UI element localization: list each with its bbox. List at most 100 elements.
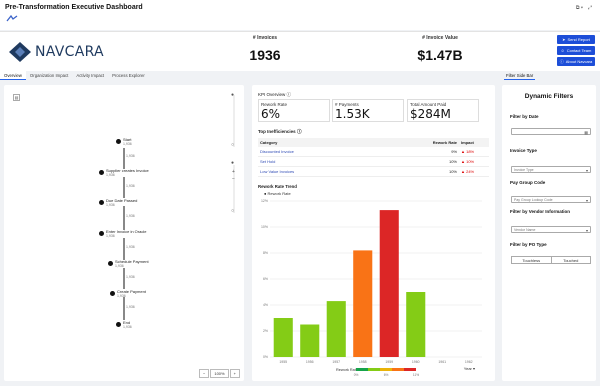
node-dot-icon xyxy=(99,200,104,205)
category-cell[interactable]: Set Hold xyxy=(258,156,374,167)
y-tick-label: 8% xyxy=(263,251,268,255)
kpi-card-value: 6% xyxy=(261,106,281,121)
table-header-row: Category Rework Rate Impact xyxy=(258,138,489,147)
invoice-type-label: Invoice Type xyxy=(510,148,537,153)
kpi-panel: KPI Overview ⓘ Rework Rate 6% # Payments… xyxy=(252,85,495,381)
inefficiencies-table: Category Rework Rate Impact Discounted I… xyxy=(258,138,489,177)
bookmark-menu-icon[interactable]: ⧉ ▾ xyxy=(576,5,583,11)
kpi-overview-title: KPI Overview ⓘ xyxy=(258,92,291,98)
about-navcara-button[interactable]: ⓘ About Navcara xyxy=(557,57,595,66)
impact-value: 24% xyxy=(466,169,475,174)
rate-cell: 10% xyxy=(373,166,459,177)
process-node-start[interactable]: Start 1,936 xyxy=(116,137,132,146)
zoom-slider-handle-icon[interactable]: ● xyxy=(231,160,234,166)
zoom-out-button[interactable]: − xyxy=(199,369,210,378)
contact-team-label: Contact Team xyxy=(566,48,592,53)
table-row[interactable]: Set Hold 10% ▲ 10% xyxy=(258,156,489,167)
table-row[interactable]: Discounted Invoice 9% ▲ 18% xyxy=(258,147,489,157)
chart-bar xyxy=(273,318,293,357)
po-type-toggle: Touchless Touched xyxy=(511,256,591,264)
category-cell[interactable]: Low Value Invoices xyxy=(258,166,374,177)
x-tick-label: 1955 xyxy=(279,360,287,364)
topbar-icons: ⧉ ▾ ⤢ xyxy=(576,5,592,11)
legend-gradient-segment xyxy=(356,368,368,371)
slider-top-handle-icon[interactable]: ● xyxy=(231,92,234,98)
calendar-icon: ▦ xyxy=(584,130,588,135)
x-tick-label: 1961 xyxy=(438,360,446,364)
table-row[interactable]: Low Value Invoices 10% ▲ 24% xyxy=(258,166,489,177)
top-bar: Pre-Transformation Executive Dashboard ⧉… xyxy=(0,0,600,30)
chevron-down-icon: ▾ xyxy=(585,228,588,233)
date-filter-label: Filter by Date xyxy=(510,114,539,119)
y-tick-label: 10% xyxy=(261,225,268,229)
date-picker-input[interactable]: ▦ xyxy=(511,128,591,135)
column-header[interactable]: Impact xyxy=(459,138,489,147)
zoom-level-select[interactable]: 100% xyxy=(210,369,229,378)
inefficiencies-title: Top Inefficiencies ⓘ xyxy=(258,129,301,135)
process-node-supplier-creates-invoice[interactable]: Supplier creates Invoice 1,936 xyxy=(99,168,149,177)
dashboard-header: NAVCARA # Invoices 1936 # Invoice Value … xyxy=(0,31,600,71)
process-node-enter-invoice-in-oracle[interactable]: Enter Invoice in Oracle 1,936 xyxy=(99,229,146,238)
fullscreen-icon[interactable]: ⤢ xyxy=(588,5,592,11)
kpi-overview-label: KPI Overview xyxy=(258,92,286,97)
zoom-min-handle-icon[interactable]: ○ xyxy=(231,208,234,214)
brand-name: NAVCARA xyxy=(35,44,104,60)
pay-group-label: Pay Group Code xyxy=(510,180,546,185)
x-tick-label: 1958 xyxy=(359,360,367,364)
info-icon[interactable]: ⓘ xyxy=(297,129,302,134)
kpi-card-total-amount-paid: Total Amount Paid $284M xyxy=(407,99,479,122)
invoice-value-label: # Invoice Value xyxy=(422,35,458,41)
node-count: 1,936 xyxy=(117,294,126,298)
tab-filter-side-bar[interactable]: Filter Side Bar xyxy=(504,71,536,80)
po-touched-button[interactable]: Touched xyxy=(550,257,591,263)
process-node-create-payment[interactable]: Create Payment 1,936 xyxy=(110,289,146,298)
vendor-name-select[interactable]: Vendor Name ▾ xyxy=(511,226,591,233)
kpi-card-value: 1.53K xyxy=(335,106,370,121)
process-node-due-date-passed[interactable]: Due Date Passed 1,936 xyxy=(99,198,137,207)
y-tick-label: 2% xyxy=(263,329,268,333)
zoom-out-icon[interactable]: − xyxy=(232,176,235,182)
edge-count: 1,936 xyxy=(126,305,135,309)
column-header[interactable]: Rework Rate xyxy=(373,138,459,147)
tab-overview[interactable]: Overview xyxy=(0,71,26,80)
tab-activity-impact[interactable]: Activity Impact xyxy=(72,71,108,80)
send-report-button[interactable]: ➤ Send Report xyxy=(557,35,595,44)
edge-count: 1,936 xyxy=(126,275,135,279)
brand: NAVCARA xyxy=(8,41,104,63)
impact-value: 18% xyxy=(466,149,475,154)
process-node-end[interactable]: End 1,936 xyxy=(116,320,132,329)
slider-bottom-handle-icon[interactable]: ○ xyxy=(231,142,234,148)
category-cell[interactable]: Discounted Invoice xyxy=(258,147,374,157)
x-tick-label: 1960 xyxy=(412,360,420,364)
invoice-value: $1.47B xyxy=(417,47,463,63)
node-count: 1,936 xyxy=(115,264,124,268)
legend-tick-label: 6% xyxy=(384,373,389,377)
rate-cell: 10% xyxy=(373,156,459,167)
action-buttons: ➤ Send Report ☺ Contact Team ⓘ About Navcar… xyxy=(557,35,595,66)
tab-organization-impact[interactable]: Organization Impact xyxy=(26,71,72,80)
invoices-kpi: # Invoices 1936 xyxy=(240,35,290,63)
contact-team-button[interactable]: ☺ Contact Team xyxy=(557,46,595,55)
tab-process-explorer[interactable]: Process Explorer xyxy=(108,71,149,80)
info-icon[interactable]: ⓘ xyxy=(287,92,292,97)
impact-cell: ▲ 18% xyxy=(459,147,489,157)
process-node-schedule-payment[interactable]: Schedule Payment 1,936 xyxy=(108,259,149,268)
invoices-value: 1936 xyxy=(249,47,281,63)
x-tick-label: 1956 xyxy=(306,360,314,364)
pay-group-select[interactable]: Pay Group Lookup Code ▾ xyxy=(511,196,591,203)
column-header[interactable]: Category xyxy=(258,138,374,147)
app-title: Pre-Transformation Executive Dashboard xyxy=(5,4,143,11)
inefficiencies-label: Top Inefficiencies xyxy=(258,129,296,134)
node-dot-icon xyxy=(116,322,121,327)
process-map-panel: ▤ Start 1,936 Supplier creates Invoice 1,9… xyxy=(4,85,244,381)
node-count: 1,936 xyxy=(106,234,115,238)
po-touchless-button[interactable]: Touchless xyxy=(512,257,551,263)
invoice-type-select[interactable]: Invoice Type ▾ xyxy=(511,166,591,173)
node-count: 1,936 xyxy=(123,325,132,329)
zoom-in-button[interactable]: + xyxy=(229,369,240,378)
y-tick-label: 6% xyxy=(263,277,268,281)
chart-bar xyxy=(353,250,373,357)
team-icon: ☺ xyxy=(560,48,565,53)
zoom-in-icon[interactable]: + xyxy=(232,169,235,175)
edge-count: 1,936 xyxy=(126,154,135,158)
